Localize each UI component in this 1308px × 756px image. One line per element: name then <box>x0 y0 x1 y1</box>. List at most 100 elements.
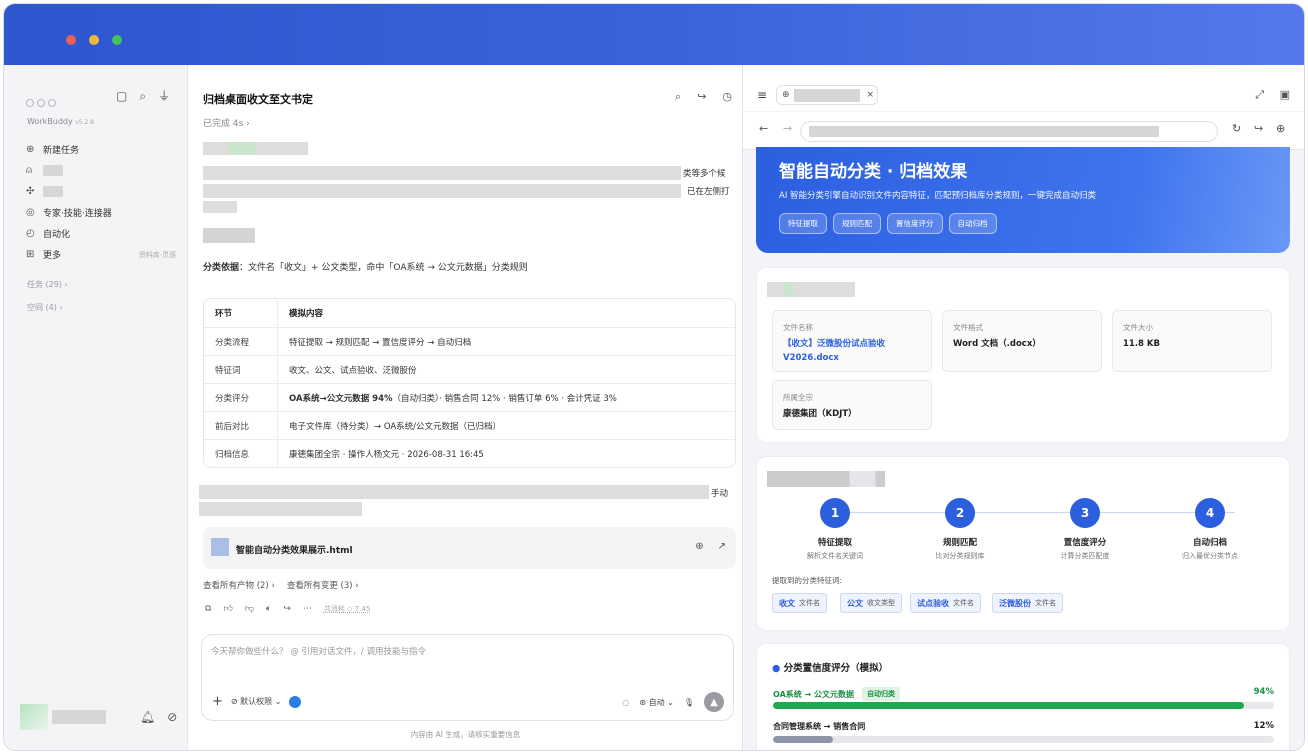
basis-text: ：文件名「收文」+ 公文类型，命中「OA系统 → 公文元数据」分类规则 <box>239 263 528 273</box>
thumbs-up-icon[interactable]: 👍︎ <box>223 604 232 614</box>
file-icon <box>211 538 229 556</box>
sidebar-item-new-task[interactable]: ⊕ 新建任务 <box>26 139 176 160</box>
keyword-type: 文件名 <box>799 599 820 607</box>
keyword-tag: 收文 文件名 <box>772 593 827 613</box>
sidebar-item-assistant[interactable]: ⍝ <box>26 160 176 181</box>
microphone-icon[interactable]: 🎙︎ <box>684 698 694 707</box>
keyword-word: 收文 <box>779 598 795 608</box>
copy-icon[interactable]: ⧉ <box>205 604 211 614</box>
task-status[interactable]: 已完成 4s › <box>203 116 250 129</box>
table-row: 特征词 收文、公文、试点验收、泛微股份 <box>204 355 735 383</box>
speaker-icon[interactable]: 🔈︎ <box>266 604 271 614</box>
keyword-type: 文件名 <box>1035 599 1056 607</box>
token-cost: 共消耗 ◇ 7.45 <box>323 605 371 613</box>
meta-label: 文件名称 <box>783 323 813 332</box>
sidebar-toggle-icon[interactable]: ▢ <box>116 89 127 103</box>
avatar[interactable] <box>20 704 48 730</box>
chat-input-box[interactable]: 今天帮你做些什么？ @ 引用对话文件，/ 调用技能与指令 + ⊘ 默认权限 ⌄ … <box>201 634 734 721</box>
globe-icon[interactable]: ⊕ <box>695 541 703 552</box>
close-window-button[interactable] <box>66 35 76 45</box>
redacted-url <box>809 126 1159 137</box>
step-title: 自动归档 <box>1192 538 1227 548</box>
view-artifacts-link[interactable]: 查看所有产物 (2) › <box>203 579 275 591</box>
share-icon[interactable]: ↪ <box>1254 122 1263 135</box>
permission-select[interactable]: ⊘ 默认权限 ⌄ <box>231 696 282 707</box>
chat-input-placeholder[interactable]: 今天帮你做些什么？ @ 引用对话文件，/ 调用技能与指令 <box>211 645 426 657</box>
more-icon[interactable]: ⋯ <box>303 604 312 614</box>
sidebar-window-dots <box>26 92 59 111</box>
expand-icon[interactable]: ⤢ <box>1255 88 1264 102</box>
redacted-text-block <box>203 201 237 213</box>
url-input[interactable] <box>800 121 1218 142</box>
minimize-window-button[interactable] <box>89 35 99 45</box>
sidebar-footer: 🔔︎ ⊘ <box>20 704 177 730</box>
send-button[interactable]: ▲ <box>704 692 724 712</box>
table-row: 前后对比 电子文件库（待分类）→ OA系统/公文元数据（已归档） <box>204 411 735 439</box>
status-text: 已完成 4s <box>203 119 244 129</box>
keyword-tag: 泛微股份 文件名 <box>992 593 1063 613</box>
add-icon[interactable]: + <box>212 694 223 709</box>
maximize-window-button[interactable] <box>112 35 122 45</box>
hero-pill: 自动归档 <box>948 213 997 234</box>
sidebar-item-extra: 资料库·灵感 <box>138 250 176 259</box>
sidebar-item-automation[interactable]: ◴ 自动化 <box>26 223 176 244</box>
table-cell: 归档信息 <box>204 440 278 467</box>
redacted-heading <box>767 282 855 297</box>
share-icon[interactable]: ↪ <box>697 90 706 104</box>
step-auto-archive: 4 自动归档 归入最优分类节点 <box>1150 498 1270 561</box>
open-external-icon[interactable]: ↗ <box>718 541 726 552</box>
score-row: OA系统 → 公文元数据 自动归类 94% <box>773 687 1274 709</box>
menu-icon[interactable]: ≡ <box>757 88 767 102</box>
browser-tab[interactable]: ⊕ × <box>776 85 878 105</box>
panel-toggle-icon[interactable]: ▣ <box>1280 88 1290 101</box>
table-header-cell: 模拟内容 <box>289 309 324 319</box>
history-icon[interactable]: ◷ <box>722 90 732 104</box>
clock-icon: ◴ <box>26 227 35 239</box>
file-size-field: 文件大小 11.8 KB <box>1112 310 1272 372</box>
model-icon[interactable] <box>289 695 302 708</box>
score-bar-fill <box>773 702 1244 709</box>
hero-pill: 特征提取 <box>779 213 827 234</box>
meta-label: 文件格式 <box>953 323 983 332</box>
forward-icon[interactable]: → <box>783 122 792 135</box>
score-row: 合同管理系统 → 销售合同 12% <box>773 721 1274 743</box>
back-icon[interactable]: ← <box>759 122 768 135</box>
search-icon[interactable]: ⌕ <box>675 90 681 104</box>
section-label: 空间 (4) <box>27 303 57 312</box>
globe-icon[interactable]: ⊕ <box>1276 122 1285 135</box>
message-actions: ⧉ 👍︎ 👎︎ 🔈︎ ↪ ⋯ 共消耗 ◇ 7.45 <box>205 604 370 614</box>
sidebar-item-plugins[interactable]: ✣ <box>26 181 176 202</box>
bell-icon[interactable]: 🔔︎ <box>140 710 155 724</box>
file-format-field: 文件格式 Word 文档（.docx） <box>942 310 1102 372</box>
sidebar-section-tasks[interactable]: 任务 (29) › <box>27 279 68 290</box>
reload-icon[interactable]: ↻ <box>1232 122 1241 135</box>
table-header-cell: 环节 <box>204 299 278 327</box>
meta-value: 【收文】泛微股份试点验收V2026.docx <box>783 339 886 363</box>
keyword-type: 文件名 <box>953 599 974 607</box>
mode-select[interactable]: ⊛ 自动 ⌄ <box>639 697 674 708</box>
brand: WorkBuddy v5.2.8 <box>27 117 94 126</box>
compass-icon[interactable]: ⊘ <box>167 710 177 724</box>
section-label: 任务 (29) <box>27 280 62 289</box>
search-icon[interactable]: ⌕ <box>139 89 146 103</box>
meta-value: Word 文档（.docx） <box>953 339 1041 349</box>
table-row: 分类流程 特征提取 → 规则匹配 → 置信度评分 → 自动归档 <box>204 327 735 355</box>
sidebar-section-spaces[interactable]: 空间 (4) › <box>27 302 63 313</box>
step-number: 4 <box>1195 498 1225 528</box>
sidebar-item-more[interactable]: ⊞ 更多 资料库·灵感 <box>26 244 176 265</box>
thumbs-down-icon[interactable]: 👎︎ <box>245 604 254 614</box>
sidebar: ▢ ⌕ ⏚ WorkBuddy v5.2.8 ⊕ 新建任务 ⍝ ✣ ◎ 专家·技能·… <box>4 65 188 750</box>
share-icon[interactable]: ↪ <box>283 604 291 614</box>
filter-icon[interactable]: ⏚ <box>158 89 170 103</box>
redacted-heading <box>203 228 255 243</box>
keyword-tag: 公文 收文类型 <box>840 593 902 613</box>
score-percent: 94% <box>1253 687 1274 697</box>
bullet-icon: ● <box>772 663 781 674</box>
sidebar-item-experts[interactable]: ◎ 专家·技能·连接器 <box>26 202 176 223</box>
step-confidence-scoring: 3 置信度评分 计算分类匹配度 <box>1025 498 1145 561</box>
close-tab-icon[interactable]: × <box>867 90 875 100</box>
view-changes-link[interactable]: 查看所有变更 (3) › <box>287 579 359 591</box>
table-cell: 收文、公文、试点验收、泛微股份 <box>289 365 417 376</box>
redacted-text-block <box>203 142 308 155</box>
artifact-file-card[interactable]: 智能自动分类效果展示.html ⊕ ↗ <box>203 527 736 569</box>
